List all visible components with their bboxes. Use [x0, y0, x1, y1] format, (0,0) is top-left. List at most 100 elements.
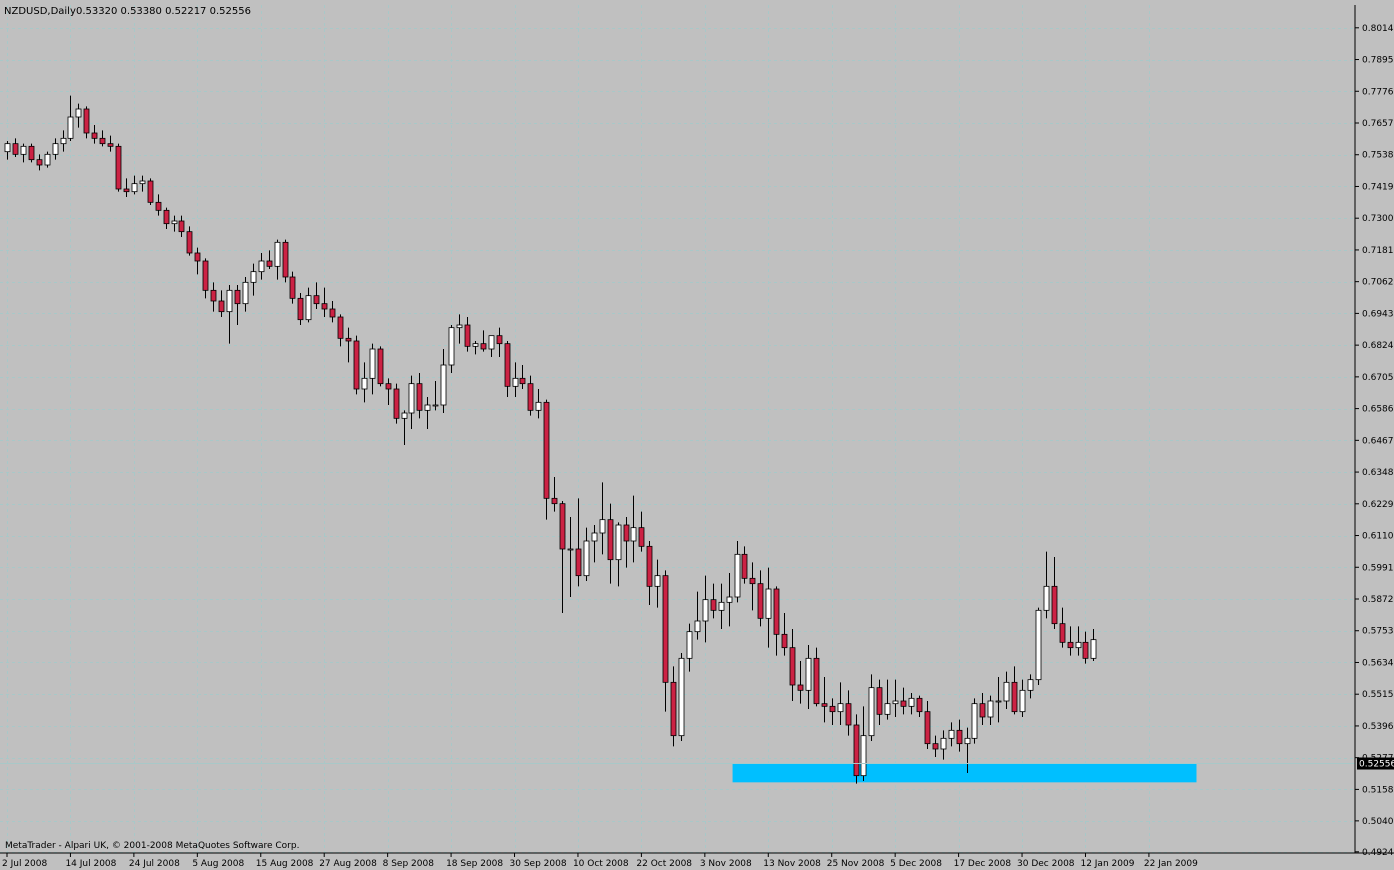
candle-body-bear — [900, 700, 907, 707]
candle-body-bear — [337, 316, 344, 339]
candle-body-bull — [4, 143, 11, 153]
candle-body-bull — [448, 327, 455, 366]
candle-body-bull — [488, 335, 495, 350]
candle-body-bull — [1035, 609, 1042, 681]
candle — [393, 383, 400, 424]
candle-body-bull — [440, 364, 447, 406]
candle-body-bull — [837, 703, 844, 713]
price-tick-label: 0.65865 — [1362, 405, 1394, 415]
candle-body-bear — [979, 703, 986, 718]
candle-body-bear — [638, 527, 645, 547]
candle-body-bull — [171, 220, 178, 225]
candle-body-bear — [377, 348, 384, 385]
candle-body-bull — [884, 703, 891, 715]
candle-body-bull — [472, 343, 479, 347]
candle-body-bull — [892, 700, 899, 705]
price-tick-label: 0.73005 — [1362, 214, 1394, 224]
candle — [1035, 607, 1042, 685]
candle-body-bull — [1090, 639, 1097, 659]
price-tick-label: 0.71815 — [1362, 246, 1394, 256]
candle-body-bull — [686, 631, 693, 659]
price-tick-label: 0.58725 — [1362, 595, 1394, 605]
candle-body-bear — [773, 588, 780, 635]
candle-body-bear — [218, 300, 225, 313]
candle-body-bull — [226, 289, 233, 313]
price-tick-label: 0.59915 — [1362, 563, 1394, 573]
candle-body-bear — [813, 657, 820, 705]
time-tick-label: 30 Dec 2008 — [1017, 859, 1075, 869]
candle-body-bear — [321, 303, 328, 310]
candle-body-bull — [258, 260, 265, 273]
candle-body-bear — [853, 724, 860, 777]
candle-body-bear — [210, 289, 217, 302]
candle-body-bull — [424, 404, 431, 411]
candle-body-bull — [274, 241, 281, 267]
candle-body-bull — [67, 116, 74, 139]
candle-body-bull — [139, 180, 146, 185]
candle-body-bull — [401, 412, 408, 419]
candle-body-bear — [297, 297, 304, 321]
candle-body-bear — [329, 308, 336, 318]
candle-body-bull — [765, 588, 772, 619]
candle-body-bull — [599, 519, 606, 534]
candle-body-bear — [99, 137, 106, 145]
candle-body-bear — [194, 252, 201, 262]
candle-body-bear — [282, 241, 289, 278]
candle-body-bear — [123, 188, 130, 193]
candle — [678, 653, 685, 741]
candle-body-bear — [749, 577, 756, 585]
candle-body-bear — [527, 383, 534, 411]
price-tick-label: 0.76575 — [1362, 119, 1394, 129]
candle-body-bear — [1082, 641, 1089, 659]
price-tick-label: 0.68245 — [1362, 341, 1394, 351]
time-tick-label: 10 Oct 2008 — [573, 859, 629, 869]
candle-body-bear — [932, 743, 939, 750]
candle-body-bear — [741, 553, 748, 579]
candle-body-bull — [60, 137, 67, 145]
price-tick-label: 0.78955 — [1362, 56, 1394, 66]
candlestick-chart[interactable]: 0.80145 0.78955 0.77765 0.76575 0.75385 0.741… — [0, 0, 1394, 870]
candle-body-bull — [1003, 681, 1010, 702]
candle — [971, 698, 978, 744]
candle-body-bear — [662, 575, 669, 683]
candle — [44, 151, 51, 168]
candle-body-bear — [480, 343, 487, 350]
price-tick-label: 0.57535 — [1362, 627, 1394, 637]
price-tick-label: 0.61105 — [1362, 532, 1394, 542]
candle-body-bear — [393, 388, 400, 419]
candle-body-bear — [353, 340, 360, 390]
candle-body-bear — [559, 503, 566, 550]
support-zone — [732, 763, 1197, 783]
candle-body-bull — [908, 697, 915, 707]
candle-body-bear — [147, 180, 154, 203]
time-tick-label: 27 Aug 2008 — [319, 859, 377, 869]
candle-body-bull — [868, 687, 875, 737]
time-tick-label: 18 Sep 2008 — [446, 859, 503, 869]
candle-body-bear — [519, 377, 526, 385]
candle-body-bear — [36, 159, 43, 166]
candle-body-bull — [948, 729, 955, 739]
candle-body-bear — [710, 599, 717, 611]
time-tick-label: 22 Oct 2008 — [636, 859, 692, 869]
chart-window: 0.80145 0.78955 0.77765 0.76575 0.75385 0.741… — [0, 0, 1394, 870]
candle-body-bear — [266, 260, 273, 267]
chart-symbol-title: NZDUSD,Daily — [4, 6, 76, 17]
candle-body-bear — [543, 401, 550, 499]
candle-body-bull — [694, 620, 701, 633]
candle-body-bull — [408, 383, 415, 414]
price-tick-label: 0.56345 — [1362, 658, 1394, 668]
time-tick-label: 22 Jan 2009 — [1144, 859, 1198, 869]
candle-body-bear — [757, 583, 764, 619]
candle-body-bull — [250, 271, 257, 283]
current-price-label: 0.52556 — [1359, 760, 1394, 770]
candle-body-bear — [416, 383, 423, 411]
candle-body-bear — [1059, 623, 1066, 643]
candle-body-bull — [583, 540, 590, 577]
candle — [853, 714, 860, 784]
time-tick-label: 2 Jul 2008 — [2, 859, 47, 869]
candle-body-bear — [345, 337, 352, 342]
time-tick-label: 8 Sep 2008 — [383, 859, 435, 869]
candle-body-bear — [575, 548, 582, 577]
price-tick-label: 0.70625 — [1362, 278, 1394, 288]
candle-body-bull — [432, 404, 439, 407]
